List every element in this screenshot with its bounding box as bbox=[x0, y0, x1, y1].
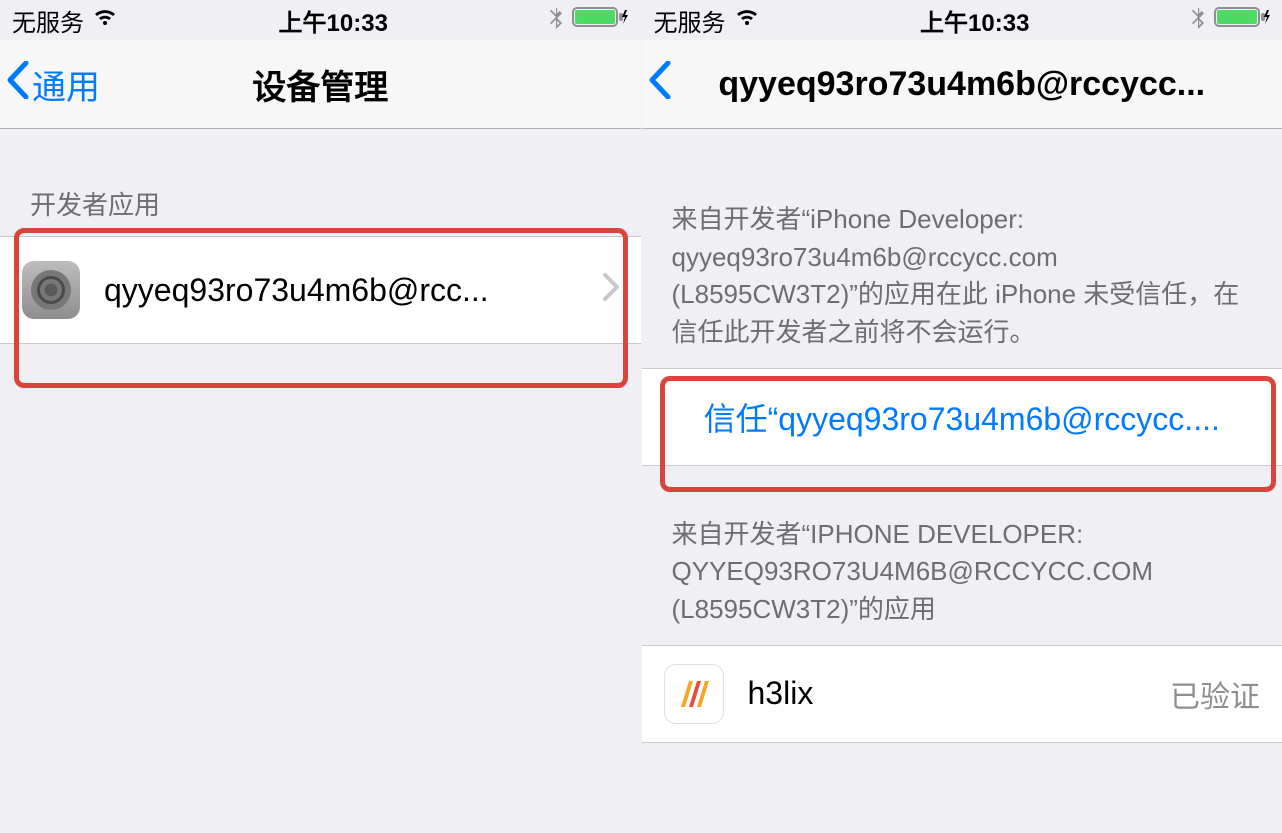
profile-row[interactable]: qyyeq93ro73u4m6b@rcc... bbox=[0, 236, 641, 344]
section-header: 开发者应用 bbox=[0, 185, 641, 236]
apps-section: 来自开发者“IPHONE DEVELOPER: QYYEQ93RO73U4M6B… bbox=[642, 516, 1282, 743]
nav-bar: qyyeq93ro73u4m6b@rccycc... bbox=[642, 40, 1282, 129]
back-button[interactable]: 通用 bbox=[0, 60, 100, 109]
back-label: 通用 bbox=[32, 60, 100, 109]
screenshot-pair: 无服务 上午10:33 通用 设备管 bbox=[0, 0, 1282, 833]
app-row[interactable]: h3lix 已验证 bbox=[642, 645, 1282, 743]
trust-button[interactable]: 信任“qyyeq93ro73u4m6b@rccycc.... bbox=[642, 368, 1282, 466]
wifi-icon bbox=[734, 6, 760, 34]
trust-note: 来自开发者“iPhone Developer: qyyeq93ro73u4m6b… bbox=[642, 201, 1282, 368]
chevron-right-icon bbox=[603, 272, 619, 309]
app-name: h3lix bbox=[748, 675, 1161, 712]
developer-apps-section: 开发者应用 qyyeq93ro73u4m6b@rcc... bbox=[0, 185, 641, 344]
battery-icon bbox=[572, 5, 628, 36]
app-status: 已验证 bbox=[1170, 672, 1260, 716]
clock: 上午10:33 bbox=[920, 3, 1029, 38]
carrier-label: 无服务 bbox=[654, 3, 726, 38]
nav-bar: 通用 设备管理 bbox=[0, 40, 641, 129]
status-bar: 无服务 上午10:33 bbox=[642, 0, 1282, 40]
trust-label: 信任“qyyeq93ro73u4m6b@rccycc.... bbox=[704, 394, 1220, 440]
profile-name: qyyeq93ro73u4m6b@rcc... bbox=[104, 272, 597, 309]
bluetooth-icon bbox=[548, 5, 564, 35]
battery-icon bbox=[1214, 5, 1270, 36]
chevron-left-icon bbox=[648, 61, 672, 108]
trust-section: 来自开发者“iPhone Developer: qyyeq93ro73u4m6b… bbox=[642, 201, 1282, 466]
carrier-label: 无服务 bbox=[12, 3, 84, 38]
back-button[interactable] bbox=[642, 61, 674, 108]
app-icon bbox=[664, 664, 724, 724]
status-bar: 无服务 上午10:33 bbox=[0, 0, 641, 40]
apps-note: 来自开发者“IPHONE DEVELOPER: QYYEQ93RO73U4M6B… bbox=[642, 516, 1282, 645]
phone-right: 无服务 上午10:33 qyyeq93ro73u4m bbox=[641, 0, 1282, 833]
profile-icon bbox=[22, 261, 80, 319]
clock: 上午10:33 bbox=[279, 3, 388, 38]
bluetooth-icon bbox=[1190, 5, 1206, 35]
phone-left: 无服务 上午10:33 通用 设备管 bbox=[0, 0, 641, 833]
chevron-left-icon bbox=[6, 61, 30, 108]
nav-title: qyyeq93ro73u4m6b@rccycc... bbox=[642, 65, 1282, 104]
wifi-icon bbox=[92, 6, 118, 34]
gear-icon bbox=[31, 270, 71, 310]
